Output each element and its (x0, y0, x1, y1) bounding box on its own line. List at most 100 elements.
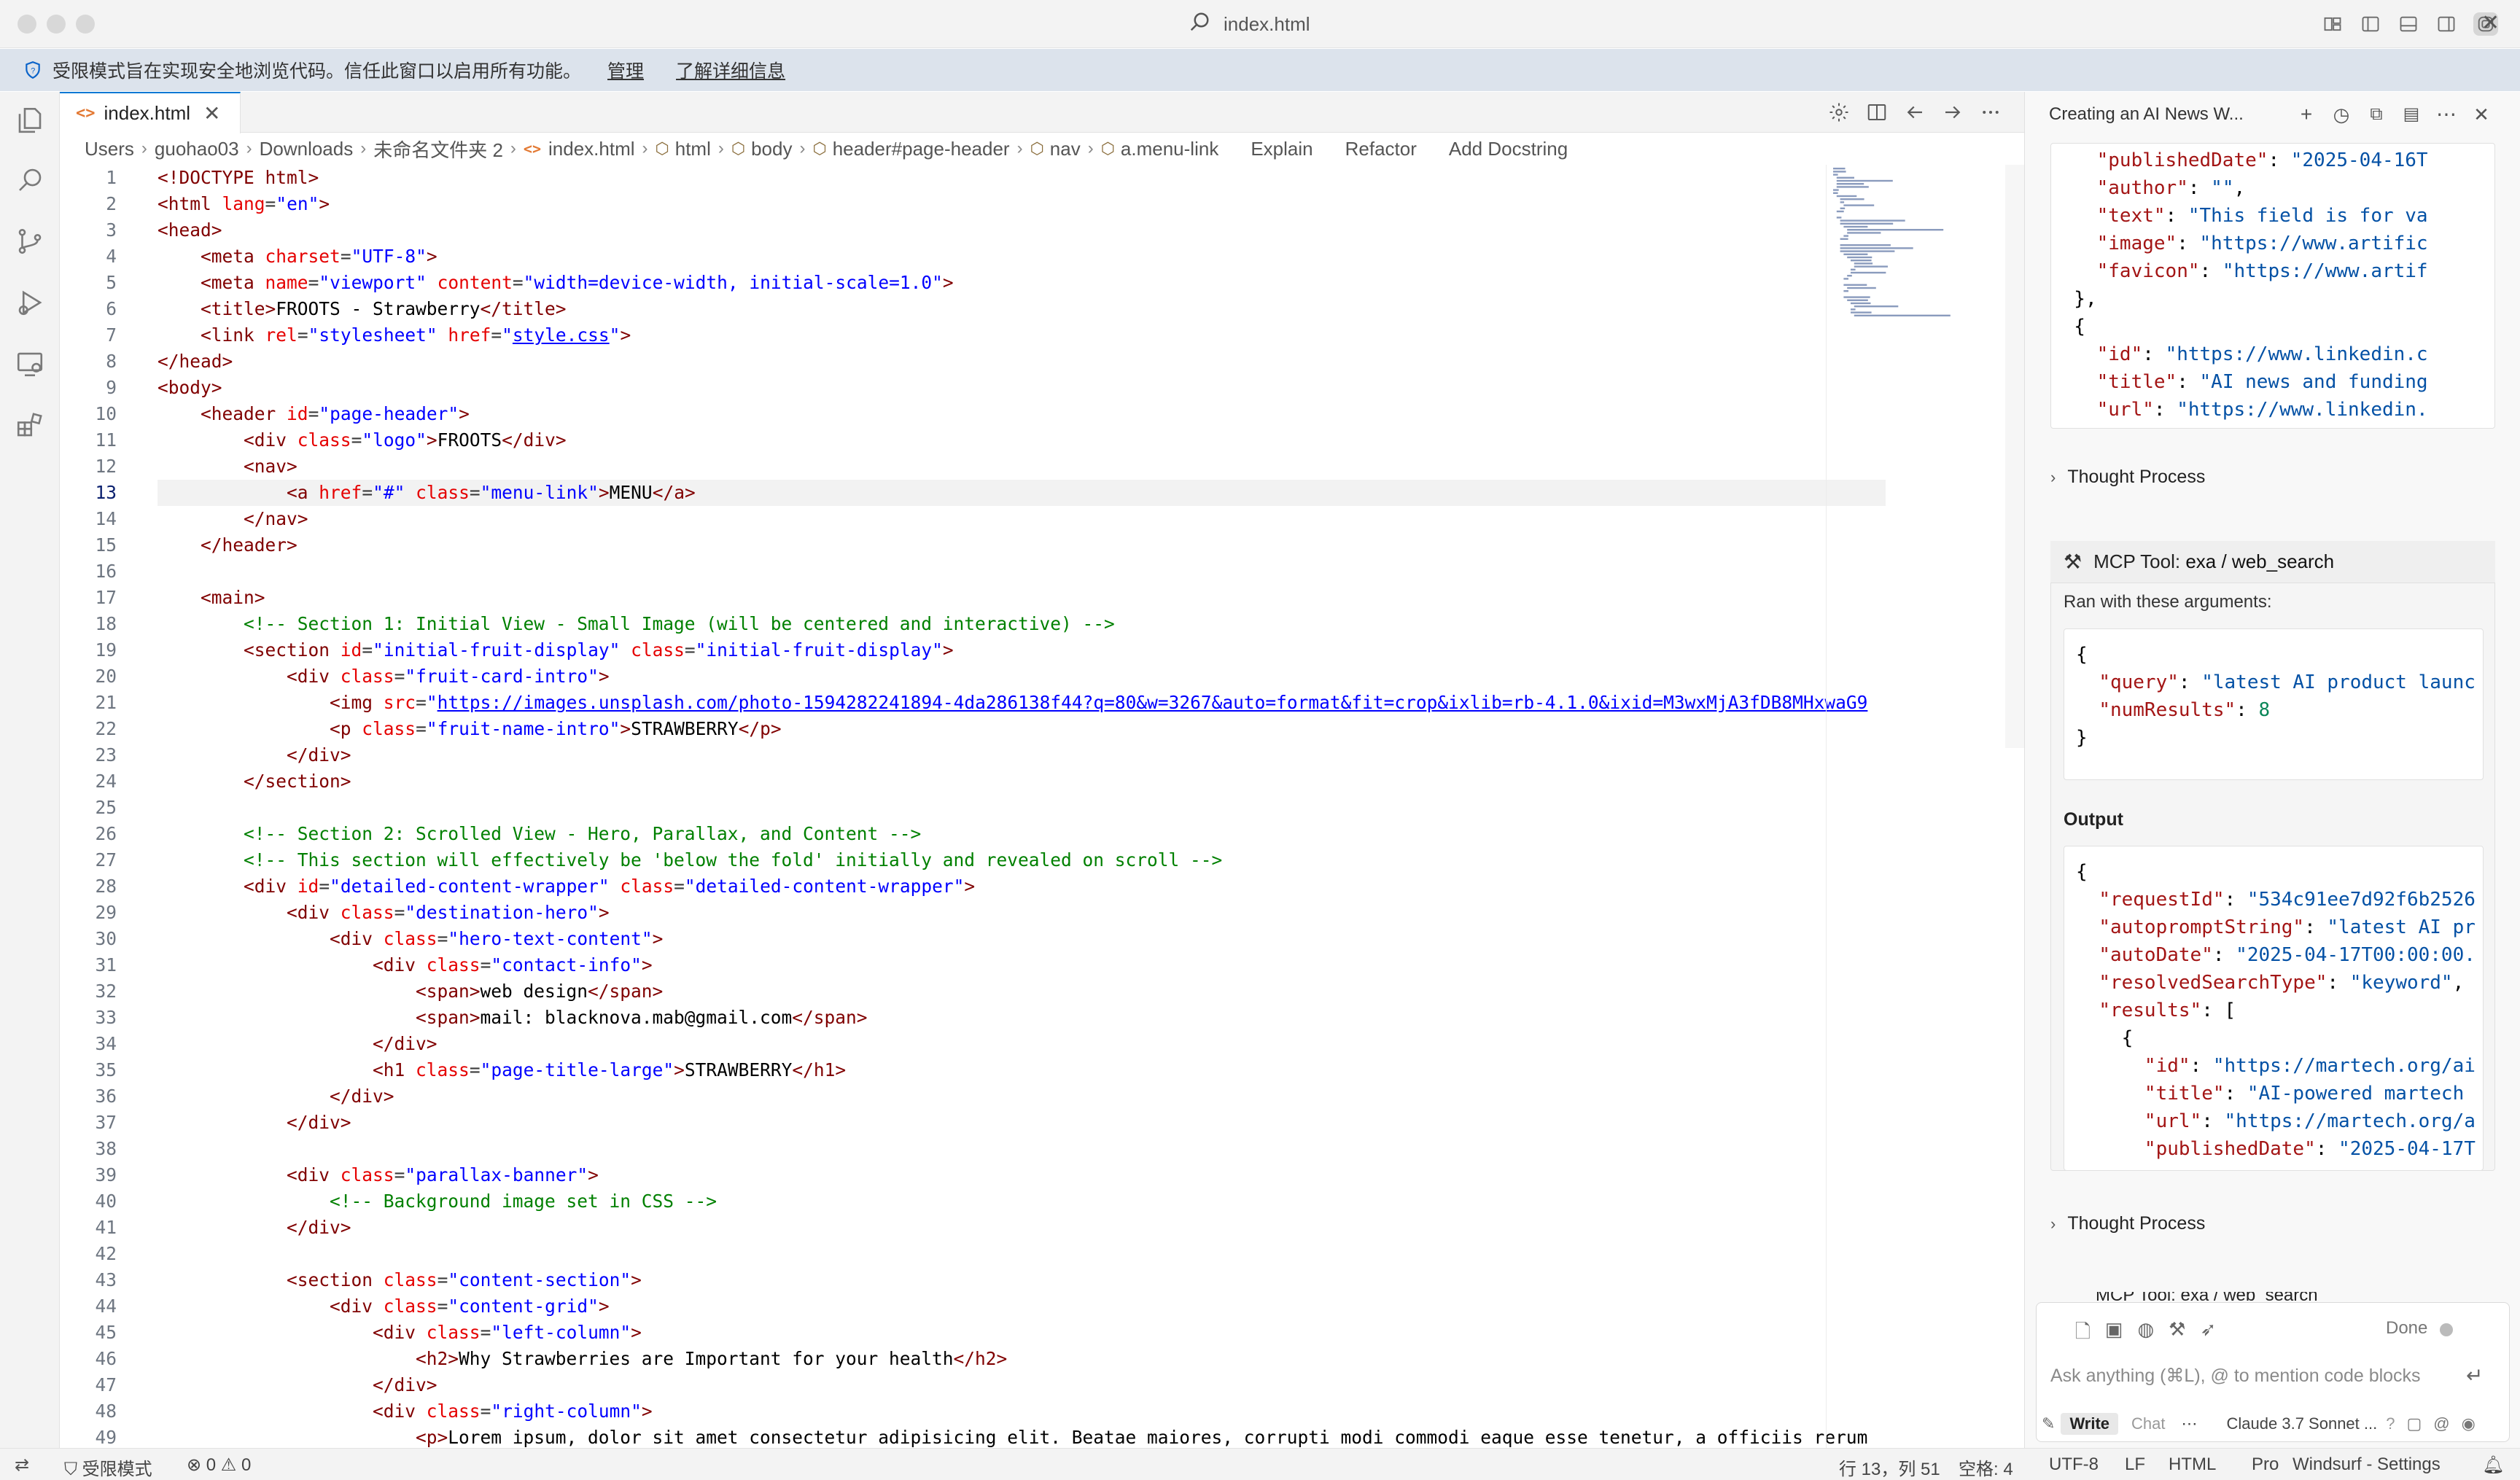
more-icon[interactable]: ⋯ (2434, 102, 2459, 127)
toggle-primary-sidebar-icon[interactable] (2358, 12, 2383, 36)
run-debug-icon[interactable] (15, 287, 45, 318)
code-line[interactable]: </div> (158, 1215, 1886, 1241)
breadcrumb-item[interactable]: a.menu-link (1121, 138, 1218, 160)
code-line[interactable]: <div class="hero-text-content"> (158, 926, 1886, 952)
add-docstring-codelens[interactable]: Add Docstring (1449, 138, 1568, 160)
code-line[interactable]: <!DOCTYPE html> (158, 165, 1886, 191)
search-icon[interactable] (15, 165, 45, 195)
code-line[interactable]: </div> (158, 742, 1886, 768)
breadcrumb-item[interactable]: nav (1050, 138, 1081, 160)
microphone-icon[interactable]: ◉ (2462, 1414, 2476, 1433)
toggle-panel-icon[interactable] (2396, 12, 2421, 36)
language-mode[interactable]: HTML (2169, 1454, 2216, 1475)
breadcrumb-item[interactable]: index.html (548, 138, 635, 160)
code-line[interactable]: <section id="initial-fruit-display" clas… (158, 637, 1886, 663)
zoom-window-button[interactable] (76, 15, 95, 34)
minimap[interactable] (1832, 165, 2024, 347)
breadcrumb-item[interactable]: html (675, 138, 711, 160)
chat-mode-button[interactable]: Chat (2131, 1414, 2165, 1433)
code-line[interactable] (158, 1241, 1886, 1267)
breadcrumb-item[interactable]: 未命名文件夹 2 (373, 136, 503, 163)
code-line[interactable]: </nav> (158, 506, 1886, 532)
code-line[interactable]: <nav> (158, 453, 1886, 480)
conversation-title[interactable]: Creating an AI News W... (2049, 104, 2244, 125)
plan-status[interactable]: Pro (2252, 1454, 2279, 1475)
restricted-mode-status[interactable]: ⛉ 受限模式 (64, 1454, 152, 1480)
explain-codelens[interactable]: Explain (1251, 138, 1312, 160)
explorer-icon[interactable] (15, 105, 45, 136)
refactor-codelens[interactable]: Refactor (1345, 138, 1417, 160)
code-line[interactable]: </div> (158, 1083, 1886, 1110)
code-line[interactable]: </div> (158, 1031, 1886, 1057)
code-line[interactable]: <div class="parallax-banner"> (158, 1162, 1886, 1188)
mention-icon[interactable]: @ (2433, 1414, 2449, 1433)
globe-icon[interactable]: ◍ (2137, 1318, 2154, 1350)
code-line[interactable]: <h1 class="page-title-large">STRAWBERRY<… (158, 1057, 1886, 1083)
code-line[interactable]: </head> (158, 348, 1886, 375)
code-editor[interactable]: 1 2 3 4 5 6 7 8 9 10 11 12 13 14 15 16 17 18 19 20 21 22 23 24 2… (60, 165, 2024, 1448)
code-line[interactable]: <body> (158, 375, 1886, 401)
encoding[interactable]: UTF-8 (2049, 1454, 2099, 1475)
rocket-icon[interactable]: ➶ (2200, 1318, 2216, 1350)
more-actions-icon[interactable] (1978, 99, 2004, 125)
help-icon[interactable]: ? (2386, 1414, 2395, 1433)
code-line[interactable]: <main> (158, 585, 1886, 611)
code-line[interactable]: <!-- Background image set in CSS --> (158, 1188, 1886, 1215)
close-panel-icon[interactable]: ✕ (2469, 102, 2494, 127)
toggle-secondary-sidebar-icon[interactable] (2434, 12, 2459, 36)
previous-output-block[interactable]: "publishedDate": "2025-04-16T "author": … (2050, 143, 2495, 429)
gear-icon[interactable] (1826, 99, 1852, 125)
notifications-icon[interactable]: 🔔︎ (2482, 1454, 2504, 1476)
code-line[interactable]: <meta name="viewport" content="width=dev… (158, 270, 1886, 296)
indentation[interactable]: 空格: 4 (1959, 1454, 2013, 1480)
code-line[interactable]: <div class="logo">FROOTS</div> (158, 427, 1886, 453)
open-in-editor-icon[interactable]: ⧉ (2364, 102, 2389, 127)
split-editor-icon[interactable] (1864, 99, 1890, 125)
minimize-window-button[interactable] (47, 15, 66, 34)
code-line[interactable]: </section> (158, 768, 1886, 795)
tab-index-html[interactable]: <> index.html ✕ (60, 92, 241, 133)
code-line[interactable]: <html lang="en"> (158, 191, 1886, 217)
code-line[interactable]: <!-- Section 2: Scrolled View - Hero, Pa… (158, 821, 1886, 847)
manage-link[interactable]: 管理 (607, 57, 644, 83)
mcp-tool-header[interactable]: ⚒ MCP Tool: exa / web_search (2050, 541, 2495, 583)
code-line[interactable]: <p>Lorem ipsum, dolor sit amet consectet… (158, 1425, 1886, 1448)
learn-more-link[interactable]: 了解详细信息 (676, 57, 785, 83)
history-icon[interactable]: ◷ (2329, 102, 2354, 127)
breadcrumb-item[interactable]: guohao03 (155, 138, 239, 160)
code-line[interactable]: <div class="content-grid"> (158, 1293, 1886, 1320)
hammer-icon[interactable]: ⚒ (2169, 1318, 2185, 1350)
code-line[interactable]: <header id="page-header"> (158, 401, 1886, 427)
editor-scrollbar[interactable] (2005, 165, 2024, 748)
breadcrumb-item[interactable]: header#page-header (833, 138, 1010, 160)
code-line[interactable]: <div class="destination-hero"> (158, 900, 1886, 926)
code-line[interactable]: </div> (158, 1110, 1886, 1136)
arguments-block[interactable]: { "query": "latest AI product launc "num… (2064, 628, 2484, 780)
code-line[interactable]: <p class="fruit-name-intro">STRAWBERRY</… (158, 716, 1886, 742)
code-line[interactable]: <!-- Section 1: Initial View - Small Ima… (158, 611, 1886, 637)
code-line[interactable]: <a href="#" class="menu-link">MENU</a> (158, 480, 1886, 506)
code-line[interactable]: <div class="fruit-card-intro"> (158, 663, 1886, 690)
file-icon[interactable]: 🗋 (2075, 1318, 2091, 1350)
layout-panels-icon[interactable] (2320, 12, 2345, 36)
go-forward-icon[interactable] (1940, 99, 1966, 125)
code-line[interactable]: <!-- This section will effectively be 'b… (158, 847, 1886, 873)
thought-process-toggle[interactable]: › Thought Process (2050, 467, 2205, 488)
done-label[interactable]: Done (2386, 1318, 2427, 1339)
thought-process-toggle[interactable]: › Thought Process (2050, 1213, 2205, 1234)
terminal-icon[interactable]: ▣ (2105, 1318, 2123, 1350)
close-icon[interactable]: ✕ (2481, 10, 2500, 36)
code-line[interactable] (158, 558, 1886, 585)
code-line[interactable] (158, 795, 1886, 821)
close-window-button[interactable] (18, 15, 36, 34)
code-line[interactable] (158, 1136, 1886, 1162)
breadcrumb-item[interactable]: body (751, 138, 792, 160)
code-line[interactable]: <div class="right-column"> (158, 1398, 1886, 1425)
code-line[interactable]: <head> (158, 217, 1886, 244)
chat-input[interactable]: Ask anything (⌘L), @ to mention code blo… (2050, 1365, 2421, 1387)
docs-icon[interactable]: ▤ (2399, 102, 2424, 127)
code-line[interactable]: <span>mail: blacknova.mab@gmail.com</spa… (158, 1005, 1886, 1031)
code-line[interactable]: </header> (158, 532, 1886, 558)
code-line[interactable]: <meta charset="UTF-8"> (158, 244, 1886, 270)
cursor-position[interactable]: 行 13，列 51 (1839, 1454, 1940, 1480)
